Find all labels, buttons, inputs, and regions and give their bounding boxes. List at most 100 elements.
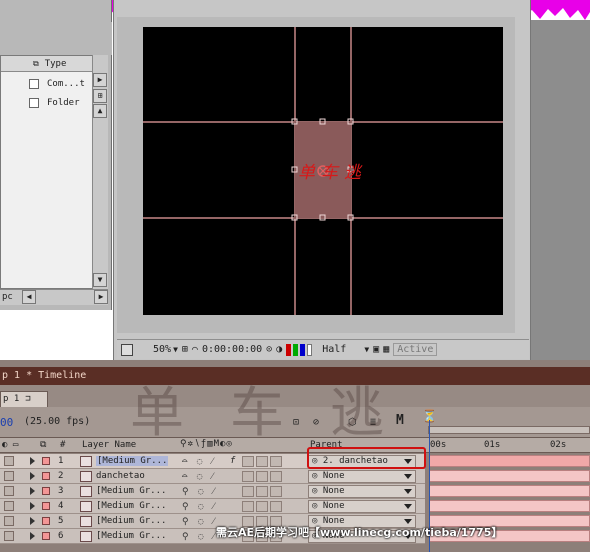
- ruler-label-2: 02s: [550, 440, 567, 450]
- label-color-box[interactable]: [42, 487, 50, 495]
- solid-icon: [80, 531, 92, 542]
- switch-box[interactable]: [256, 486, 268, 497]
- tab-menu-icon[interactable]: ⊐: [25, 394, 30, 404]
- region-of-interest-icon[interactable]: ▣: [373, 344, 379, 355]
- layer-name[interactable]: [Medium Gr...: [96, 501, 166, 511]
- project-list-header: ⧉ Type: [1, 56, 93, 72]
- visibility-toggle[interactable]: [4, 486, 14, 496]
- layer-name[interactable]: [Medium Gr...: [96, 516, 166, 526]
- hierarchy-icon[interactable]: ⊞: [93, 89, 107, 103]
- scroll-right-arrow-icon[interactable]: ▶: [94, 290, 108, 304]
- switch-box[interactable]: [242, 486, 254, 497]
- layer-switches[interactable]: ⚲ ◌ ⁄: [182, 486, 216, 497]
- type-column-header[interactable]: Type: [45, 59, 67, 69]
- expand-triangle-icon[interactable]: [30, 502, 35, 510]
- safe-zones-icon[interactable]: ⊞: [182, 344, 188, 355]
- scroll-left-arrow-icon[interactable]: ◀: [22, 290, 36, 304]
- parent-dropdown[interactable]: ◎ None: [308, 500, 416, 513]
- layer-switches[interactable]: ⌓ ◌ ⁄: [182, 471, 215, 482]
- layer-name-column-header[interactable]: Layer Name: [82, 440, 136, 450]
- label-color-box[interactable]: [42, 472, 50, 480]
- switch-box[interactable]: [242, 471, 254, 482]
- solid-icon: [80, 486, 92, 497]
- layer-name[interactable]: [Medium Gr...: [96, 456, 169, 466]
- label-column-icon: ⧉: [40, 440, 47, 450]
- expand-triangle-icon[interactable]: [30, 472, 35, 480]
- parent-dropdown[interactable]: ◎ None: [308, 485, 416, 498]
- label-color-box[interactable]: [42, 457, 50, 465]
- expand-triangle-icon[interactable]: [30, 517, 35, 525]
- item-label-box: [29, 79, 39, 89]
- switch-box[interactable]: [242, 456, 254, 467]
- channel-buttons[interactable]: [286, 343, 313, 356]
- lock-column-icon: ◐ ▭: [2, 440, 19, 450]
- layer-switches[interactable]: ⌓ ◌ ⁄: [182, 456, 215, 467]
- scroll-right-arrow-icon[interactable]: ▶: [93, 73, 107, 87]
- switch-box[interactable]: [270, 486, 282, 497]
- switch-box[interactable]: [256, 456, 268, 467]
- project-item[interactable]: Com...t: [1, 75, 93, 93]
- expand-triangle-icon[interactable]: [30, 532, 35, 540]
- ruler-label-0: 00s: [430, 440, 447, 450]
- current-timecode[interactable]: 0:00:00:00: [202, 344, 262, 355]
- switch-box[interactable]: [256, 471, 268, 482]
- type-column-icon: ⧉: [33, 58, 39, 68]
- parent-value: None: [322, 471, 345, 481]
- label-color-box[interactable]: [42, 517, 50, 525]
- tab-comp[interactable]: p 1 ⊐: [0, 391, 48, 407]
- always-preview-icon[interactable]: [121, 343, 133, 356]
- layer-row[interactable]: 1 [Medium Gr... ⌓ ◌ ⁄ f ◎ 2. danchetao: [0, 454, 590, 469]
- expand-triangle-icon[interactable]: [30, 487, 35, 495]
- active-camera-dropdown[interactable]: Active: [393, 343, 438, 356]
- layer-duration-bar[interactable]: [429, 485, 590, 497]
- show-snapshot-icon[interactable]: ◑: [276, 344, 282, 355]
- expand-triangle-icon[interactable]: [30, 457, 35, 465]
- layer-name[interactable]: [Medium Gr...: [96, 531, 166, 541]
- current-time[interactable]: 00: [0, 416, 13, 429]
- switch-box[interactable]: [270, 501, 282, 512]
- switch-box[interactable]: [270, 456, 282, 467]
- scroll-up-arrow-icon[interactable]: ▲: [93, 104, 107, 118]
- switch-box[interactable]: [270, 471, 282, 482]
- layer-duration-bar[interactable]: [429, 470, 590, 482]
- item-label-box: [29, 98, 39, 108]
- solid-icon: [80, 516, 92, 527]
- layer-switches[interactable]: ⚲ ◌ ⁄: [182, 501, 216, 512]
- transparency-grid-icon[interactable]: ▦: [383, 344, 389, 355]
- project-item[interactable]: Folder: [1, 94, 93, 112]
- visibility-toggle[interactable]: [4, 516, 14, 526]
- switch-box[interactable]: [256, 501, 268, 512]
- time-navigator[interactable]: [428, 426, 590, 434]
- mask-icon[interactable]: ⌒: [192, 344, 198, 355]
- layer-switches[interactable]: ⚲ ◌ ⁄: [182, 516, 216, 527]
- layer-row[interactable]: 3 [Medium Gr... ⚲ ◌ ⁄ ◎ None: [0, 484, 590, 499]
- switch-box[interactable]: [242, 501, 254, 512]
- layer-name[interactable]: [Medium Gr...: [96, 486, 166, 496]
- layer-row[interactable]: 2 danchetao ⌓ ◌ ⁄ ◎ None: [0, 469, 590, 484]
- parent-highlight-annotation: [307, 447, 426, 469]
- visibility-toggle[interactable]: [4, 531, 14, 541]
- snapshot-icon[interactable]: ⊙: [266, 344, 272, 355]
- layer-switches[interactable]: ⚲ ◌ ⁄: [182, 531, 216, 542]
- label-color-box[interactable]: [42, 532, 50, 540]
- visibility-toggle[interactable]: [4, 471, 14, 481]
- resolution-dropdown[interactable]: Half ▼: [322, 344, 369, 355]
- visibility-toggle[interactable]: [4, 501, 14, 511]
- zoom-dropdown[interactable]: 50% ▼: [153, 344, 178, 355]
- label-color-box[interactable]: [42, 502, 50, 510]
- layer-row[interactable]: 4 [Medium Gr... ⚲ ◌ ⁄ ◎ None: [0, 499, 590, 514]
- effects-switch[interactable]: f: [230, 456, 235, 466]
- scroll-down-arrow-icon[interactable]: ▼: [93, 273, 107, 287]
- parent-dropdown[interactable]: ◎ None: [308, 470, 416, 483]
- tab-label: p 1: [3, 394, 20, 404]
- project-item-type: Com...t: [47, 79, 85, 89]
- layer-duration-bar[interactable]: [429, 500, 590, 512]
- project-vertical-scrollbar[interactable]: ▶ ⊞ ▲ ▼: [92, 55, 108, 289]
- project-horizontal-scrollbar[interactable]: pc ◀ ▶: [0, 289, 108, 305]
- layer-duration-bar[interactable]: [429, 455, 590, 467]
- project-panel: ⧉ Type Com...t Folder ▶ ⊞ ▲ ▼ pc ◀ ▶: [0, 0, 112, 310]
- layer-name[interactable]: danchetao: [96, 471, 145, 481]
- visibility-toggle[interactable]: [4, 456, 14, 466]
- canvas-calligraphy-text: 单车逃: [298, 163, 367, 183]
- solid-icon: [80, 501, 92, 512]
